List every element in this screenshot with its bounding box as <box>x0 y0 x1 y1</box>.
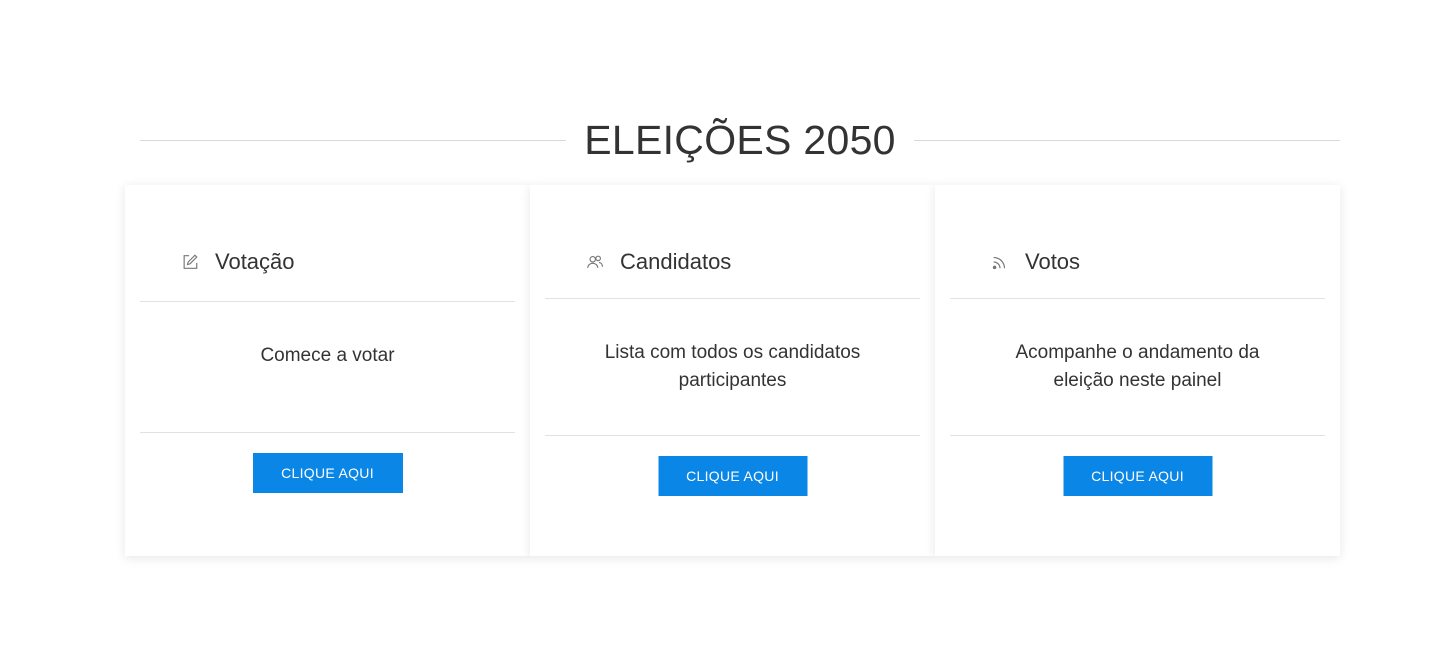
votacao-click-button[interactable]: CLIQUE AQUI <box>252 453 403 493</box>
card-candidatos: Candidatos Lista com todos os candidatos… <box>530 185 935 556</box>
card-divider <box>545 435 920 436</box>
page: ELEIÇÕES 2050 Votação Comece a votar CLI… <box>0 0 1453 663</box>
card-title: Votos <box>1025 249 1081 274</box>
card-votacao: Votação Comece a votar CLIQUE AQUI <box>125 185 530 556</box>
card-header: Votos <box>950 242 1325 282</box>
card-title: Candidatos <box>620 249 732 274</box>
card-divider <box>950 298 1325 299</box>
users-icon <box>585 252 605 272</box>
card-description: Lista com todos os candidatos participan… <box>604 342 861 391</box>
card-description: Comece a votar <box>260 345 395 366</box>
card-header: Votação <box>140 242 515 282</box>
cards-row: Votação Comece a votar CLIQUE AQUI Candi… <box>125 185 1340 556</box>
title-divider-left <box>140 139 567 141</box>
card-divider <box>140 301 515 302</box>
rss-icon <box>990 252 1010 272</box>
page-title: ELEIÇÕES 2050 <box>584 116 896 163</box>
page-title-row: ELEIÇÕES 2050 <box>140 112 1340 168</box>
card-divider <box>950 435 1325 436</box>
card-votos: Votos Acompanhe o andamento da eleição n… <box>935 185 1340 556</box>
card-description: Acompanhe o andamento da eleição neste p… <box>1015 342 1260 391</box>
card-title: Votação <box>215 249 295 274</box>
edit-icon <box>180 252 200 272</box>
votos-click-button[interactable]: CLIQUE AQUI <box>1063 456 1212 496</box>
card-header: Candidatos <box>545 242 920 282</box>
candidatos-click-button[interactable]: CLIQUE AQUI <box>658 456 807 496</box>
card-divider <box>140 432 515 433</box>
card-divider <box>545 298 920 299</box>
title-divider-right <box>913 139 1340 141</box>
